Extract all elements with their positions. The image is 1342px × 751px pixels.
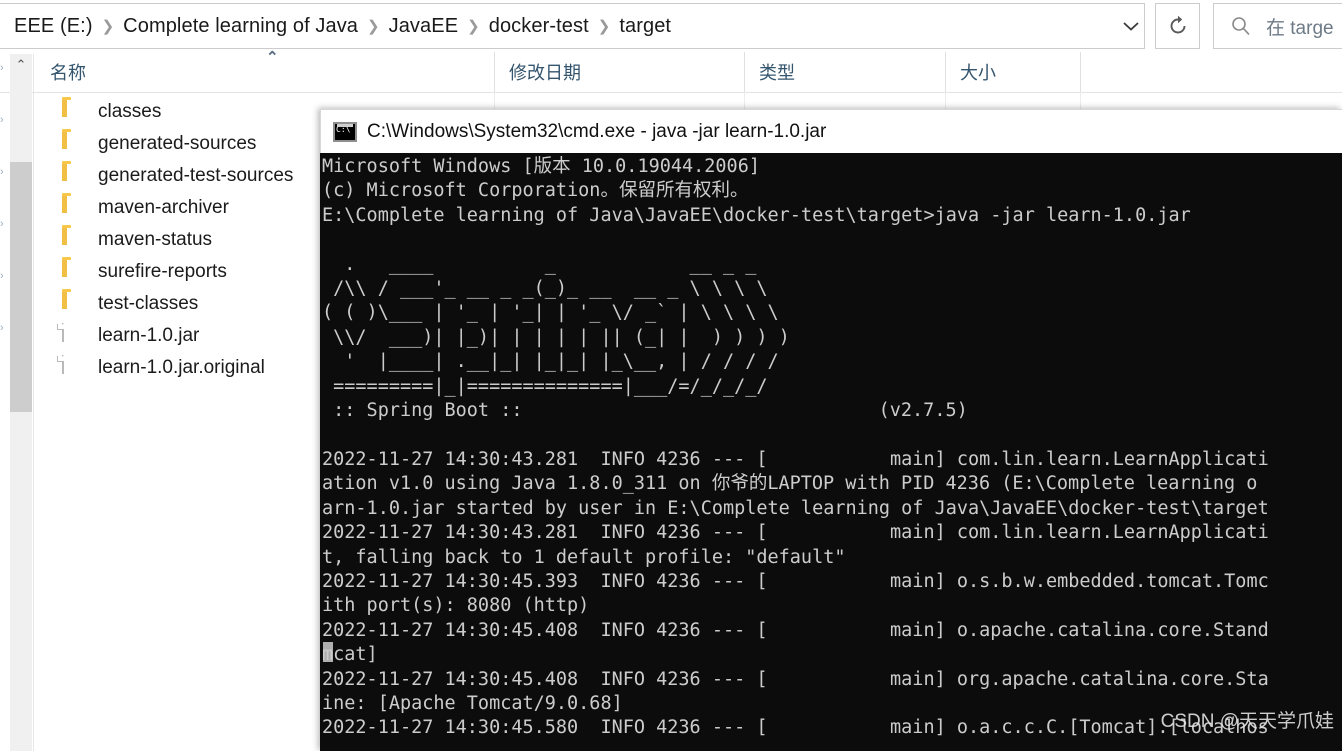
breadcrumb-item-2[interactable]: JavaEE bbox=[389, 15, 459, 38]
search-input-value: 在 targe bbox=[1266, 17, 1334, 39]
console-log-line: 2022-11-27 14:30:45.408 INFO 4236 --- [ … bbox=[322, 668, 1269, 690]
search-input[interactable]: 在 targe bbox=[1213, 3, 1342, 49]
folder-icon bbox=[62, 260, 84, 284]
console-log-line: mcat] bbox=[322, 644, 378, 666]
document-icon bbox=[62, 355, 84, 380]
console-icon bbox=[333, 121, 357, 142]
file-name: generated-test-sources bbox=[98, 165, 294, 186]
console-log-line: 2022-11-27 14:30:43.281 INFO 4236 --- [ … bbox=[322, 448, 1269, 470]
console-title-bar[interactable]: C:\Windows\System32\cmd.exe - java -jar … bbox=[320, 109, 1342, 153]
column-header-name[interactable]: 名称 bbox=[36, 52, 494, 92]
file-name: generated-sources bbox=[98, 133, 257, 154]
nav-expander-icon[interactable]: › bbox=[0, 322, 9, 334]
file-name: classes bbox=[98, 101, 162, 122]
spring-boot-ascii-banner: . ____ _ __ _ _ /\\ / ___'_ __ _ _(_)_ _… bbox=[322, 253, 790, 397]
console-log-line: arn-1.0.jar started by user in E:\Comple… bbox=[322, 497, 1269, 519]
file-name: maven-archiver bbox=[98, 197, 229, 218]
search-icon bbox=[1232, 17, 1250, 35]
nav-expander-icon[interactable]: › bbox=[0, 114, 9, 126]
refresh-icon bbox=[1170, 15, 1185, 34]
file-name: maven-status bbox=[98, 229, 213, 250]
breadcrumb-item-0[interactable]: EEE (E:) bbox=[14, 15, 93, 38]
console-title: C:\Windows\System32\cmd.exe - java -jar … bbox=[367, 120, 827, 142]
console-log-line: ation v1.0 using Java 1.8.0_311 on 你爷的LA… bbox=[322, 473, 1258, 495]
scrollbar-thumb[interactable] bbox=[10, 162, 32, 412]
console-prompt-line: E:\Complete learning of Java\JavaEE\dock… bbox=[322, 204, 1191, 226]
console-line: Microsoft Windows [版本 10.0.19044.2006] bbox=[322, 156, 760, 177]
console-log-line: 2022-11-27 14:30:45.408 INFO 4236 --- [ … bbox=[322, 619, 1269, 641]
scroll-up-arrow-icon[interactable]: ⌃ bbox=[10, 54, 32, 76]
console-log-line: t, falling back to 1 default profile: "d… bbox=[322, 546, 846, 568]
column-header-row: 名称 修改日期 类型 大小 bbox=[0, 52, 1342, 93]
console-log-line: 2022-11-27 14:30:45.393 INFO 4236 --- [ … bbox=[322, 570, 1269, 592]
nav-expander-icon[interactable]: › bbox=[0, 62, 9, 74]
column-header-date-modified[interactable]: 修改日期 bbox=[494, 52, 744, 92]
nav-expander-icon[interactable]: › bbox=[0, 270, 9, 282]
folder-icon bbox=[62, 132, 84, 156]
console-cursor bbox=[323, 642, 333, 662]
folder-icon bbox=[62, 292, 84, 316]
console-output[interactable]: Microsoft Windows [版本 10.0.19044.2006] (… bbox=[320, 153, 1342, 751]
refresh-button[interactable] bbox=[1155, 3, 1200, 49]
nav-pane-scrollbar[interactable]: ⌃ bbox=[10, 54, 32, 751]
spring-boot-version-line: :: Spring Boot :: (v2.7.5) bbox=[322, 399, 1342, 423]
folder-icon bbox=[62, 196, 84, 220]
file-name: surefire-reports bbox=[98, 261, 227, 282]
spring-boot-label: :: Spring Boot :: bbox=[322, 400, 534, 422]
column-header-size[interactable]: 大小 bbox=[945, 52, 1080, 92]
column-header-type[interactable]: 类型 bbox=[744, 52, 945, 92]
document-icon bbox=[62, 323, 84, 348]
breadcrumb-separator-icon: ❯ bbox=[101, 18, 115, 35]
file-name: test-classes bbox=[98, 293, 199, 314]
file-name: learn-1.0.jar.original bbox=[98, 357, 265, 378]
folder-icon bbox=[62, 164, 84, 188]
nav-expander-icon[interactable]: › bbox=[0, 166, 9, 178]
breadcrumb[interactable]: EEE (E:) ❯ Complete learning of Java ❯ J… bbox=[0, 3, 1145, 49]
console-log-line: ine: [Apache Tomcat/9.0.68] bbox=[322, 692, 623, 714]
command-prompt-window: C:\Windows\System32\cmd.exe - java -jar … bbox=[320, 109, 1342, 751]
sort-ascending-icon: ⌃ bbox=[266, 49, 279, 66]
nav-expander-icon[interactable]: › bbox=[0, 218, 9, 230]
breadcrumb-separator-icon: ❯ bbox=[467, 18, 480, 35]
breadcrumb-separator-icon: ❯ bbox=[597, 18, 611, 35]
console-line: (c) Microsoft Corporation。保留所有权利。 bbox=[322, 180, 749, 202]
spring-boot-version: (v2.7.5) bbox=[878, 400, 968, 422]
breadcrumb-item-3[interactable]: docker-test bbox=[489, 15, 589, 38]
column-header-spacer bbox=[1080, 52, 1120, 92]
chevron-down-icon[interactable] bbox=[1117, 3, 1145, 49]
breadcrumb-item-4[interactable]: target bbox=[619, 15, 671, 38]
folder-icon bbox=[62, 228, 84, 252]
console-log-line: 2022-11-27 14:30:45.580 INFO 4236 --- [ … bbox=[322, 717, 1269, 739]
console-log-line: 2022-11-27 14:30:43.281 INFO 4236 --- [ … bbox=[322, 522, 1269, 544]
nav-pane-divider bbox=[33, 54, 34, 751]
console-log-line: ith port(s): 8080 (http) bbox=[322, 595, 590, 617]
breadcrumb-item-1[interactable]: Complete learning of Java bbox=[123, 15, 358, 38]
address-toolbar: EEE (E:) ❯ Complete learning of Java ❯ J… bbox=[0, 0, 1342, 53]
breadcrumb-separator-icon: ❯ bbox=[367, 18, 380, 35]
file-name: learn-1.0.jar bbox=[98, 325, 200, 346]
folder-icon bbox=[62, 100, 84, 124]
